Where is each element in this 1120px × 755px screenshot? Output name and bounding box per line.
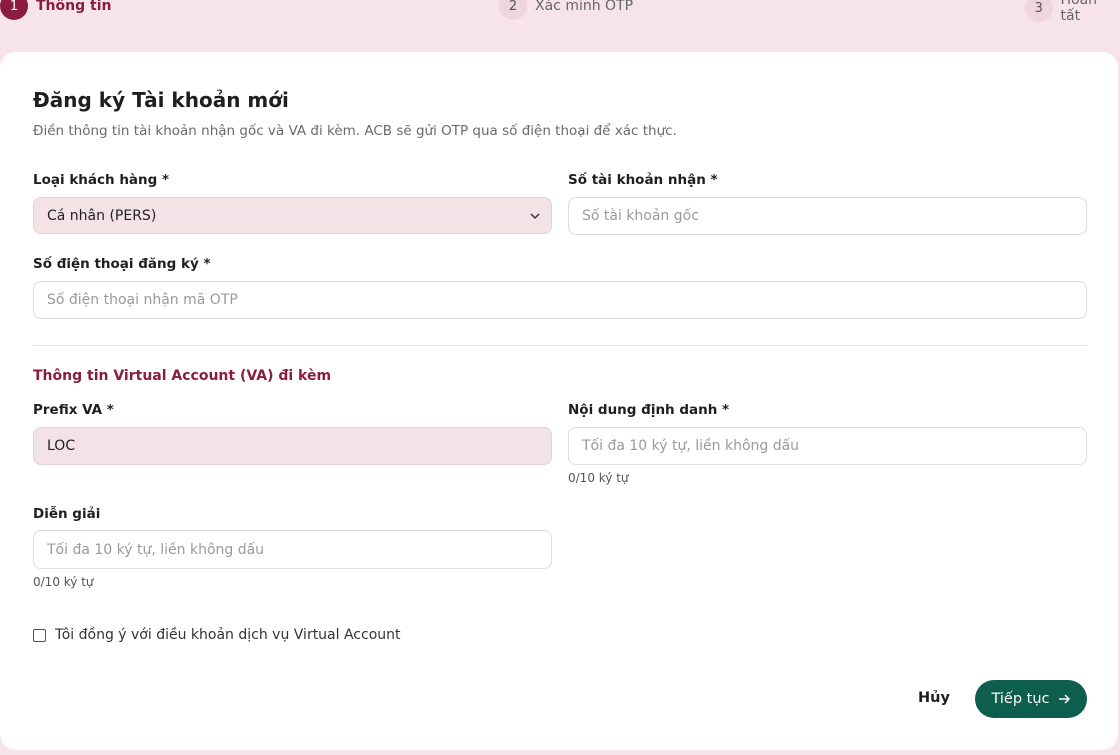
cancel-button[interactable]: Hủy [918, 690, 950, 706]
customer-type-value: Cá nhân (PERS) [47, 207, 157, 224]
stepper: 1 Thông tin 2 Xác minh OTP 3 Hoàn tất [0, 0, 1120, 40]
next-button-label: Tiếp tục [991, 691, 1050, 707]
registration-card: Đăng ký Tài khoản mới Điền thông tin tài… [0, 52, 1118, 750]
step-2: 2 Xác minh OTP [499, 0, 633, 20]
step-1: 1 Thông tin [0, 0, 111, 20]
description-input[interactable]: Tối đa 10 ký tự, liền không dấu [33, 530, 552, 569]
account-number-input[interactable]: Số tài khoản gốc [568, 197, 1087, 235]
arrow-right-icon [1058, 694, 1070, 704]
next-button[interactable]: Tiếp tục [975, 680, 1087, 718]
page-subtitle: Điền thông tin tài khoản nhận gốc và VA … [33, 123, 677, 139]
step-label: Thông tin [36, 0, 112, 14]
identifier-counter: 0/10 ký tự [568, 471, 629, 485]
terms-label[interactable]: Tôi đồng ý với điều khoản dịch vụ Virtua… [55, 627, 401, 643]
customer-type-label: Loại khách hàng * [33, 172, 170, 188]
step-number: 2 [499, 0, 527, 20]
identifier-input[interactable]: Tối đa 10 ký tự, liền không dấu [568, 427, 1087, 465]
description-counter: 0/10 ký tự [33, 575, 94, 589]
phone-placeholder: Số điện thoại nhận mã OTP [47, 292, 238, 308]
step-number: 1 [0, 0, 28, 20]
prefix-value: LOC [47, 438, 76, 454]
identifier-label: Nội dung định danh * [568, 402, 730, 418]
page-title: Đăng ký Tài khoản mới [33, 88, 289, 112]
prefix-input[interactable]: LOC [33, 427, 552, 465]
section-divider [33, 345, 1087, 346]
step-label: Hoàn tất [1060, 0, 1098, 24]
terms-row[interactable]: Tôi đồng ý với điều khoản dịch vụ Virtua… [33, 627, 401, 643]
customer-type-select[interactable]: Cá nhân (PERS) [33, 197, 552, 234]
phone-input[interactable]: Số điện thoại nhận mã OTP [33, 281, 1087, 319]
step-label: Xác minh OTP [535, 0, 634, 14]
identifier-placeholder: Tối đa 10 ký tự, liền không dấu [582, 438, 800, 454]
account-number-placeholder: Số tài khoản gốc [582, 208, 699, 224]
terms-checkbox[interactable] [33, 628, 46, 642]
chevron-down-icon [530, 213, 540, 220]
step-3: 3 Hoàn tất [1025, 0, 1120, 24]
description-label: Diễn giải [33, 506, 101, 522]
prefix-label: Prefix VA * [33, 402, 114, 418]
phone-label: Số điện thoại đăng ký * [33, 256, 211, 272]
va-section-title: Thông tin Virtual Account (VA) đi kèm [33, 368, 332, 384]
step-number: 3 [1025, 0, 1053, 22]
account-number-label: Số tài khoản nhận * [568, 172, 718, 188]
description-placeholder: Tối đa 10 ký tự, liền không dấu [47, 541, 265, 558]
